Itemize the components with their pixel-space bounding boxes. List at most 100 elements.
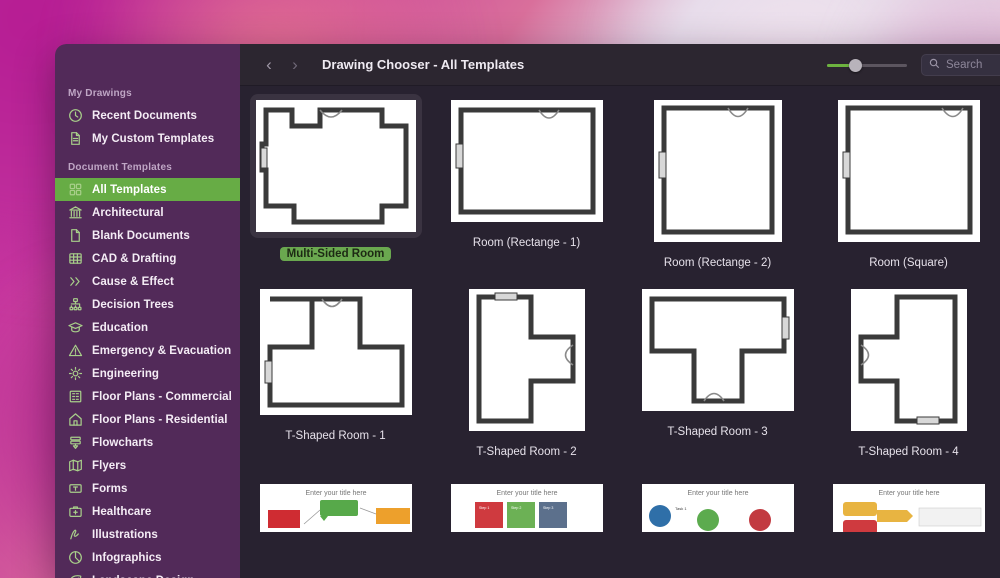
house-icon xyxy=(68,412,83,427)
zoom-slider-knob[interactable] xyxy=(849,58,862,72)
sidebar-item-label: Decision Trees xyxy=(92,298,174,311)
template-label: T-Shaped Room - 2 xyxy=(476,446,577,458)
svg-text:Step 1: Step 1 xyxy=(479,506,489,510)
template-card[interactable]: Room (Rectange - 1) xyxy=(431,94,622,269)
template-card[interactable]: T-Shaped Room - 2 xyxy=(431,283,622,458)
template-card[interactable]: Enter your title here Step 1 Step 2 Step 3 xyxy=(431,478,622,538)
search-placeholder-text: Search xyxy=(946,58,983,71)
svg-text:Step 2: Step 2 xyxy=(511,506,521,510)
sidebar-item-emergency-evacuation[interactable]: Emergency & Evacuation xyxy=(55,339,240,362)
template-thumbnail[interactable] xyxy=(249,94,422,238)
template-card[interactable]: Enter your title here Task 1 xyxy=(622,478,813,538)
sidebar-group-header: Document Templates xyxy=(68,162,172,173)
sidebar-item-label: Flowcharts xyxy=(92,436,154,449)
sidebar: My Drawings Recent Documents My Custom Tem… xyxy=(55,44,240,578)
template-row: T-Shaped Room - 1 T-Shaped Room - 2 T-Shap… xyxy=(240,283,1000,458)
sidebar-item-recent-documents[interactable]: Recent Documents xyxy=(55,104,240,127)
medical-bag-icon xyxy=(68,504,83,519)
template-card[interactable]: T-Shaped Room - 1 xyxy=(240,283,431,458)
template-label: Room (Rectange - 2) xyxy=(663,257,772,269)
template-card[interactable]: Room (Rectange - 2) xyxy=(622,94,813,269)
sidebar-item-engineering[interactable]: Engineering xyxy=(55,362,240,385)
template-card[interactable]: Enter your title here xyxy=(813,478,1000,538)
zoom-slider[interactable] xyxy=(827,57,907,73)
template-thumbnail[interactable]: Enter your title here xyxy=(254,478,418,538)
form-icon xyxy=(68,481,83,496)
svg-text:Step 3: Step 3 xyxy=(543,506,553,510)
sidebar-item-label: My Custom Templates xyxy=(92,132,215,145)
sidebar-item-floor-plans-commercial[interactable]: Floor Plans - Commercial xyxy=(55,385,240,408)
page-title: Drawing Chooser - All Templates xyxy=(322,57,525,72)
template-label: T-Shaped Room - 3 xyxy=(667,426,768,438)
sidebar-item-label: Floor Plans - Residential xyxy=(92,413,228,426)
sidebar-item-cause-effect[interactable]: Cause & Effect xyxy=(55,270,240,293)
back-button[interactable]: ‹ xyxy=(256,52,282,78)
chevrons-icon xyxy=(68,274,83,289)
svg-text:Enter your title here: Enter your title here xyxy=(687,490,748,497)
svg-text:Enter your title here: Enter your title here xyxy=(878,490,939,497)
template-card[interactable]: T-Shaped Room - 3 xyxy=(622,283,813,458)
sidebar-item-label: CAD & Drafting xyxy=(92,252,177,265)
bank-icon xyxy=(68,205,83,220)
sidebar-item-label: Forms xyxy=(92,482,128,495)
graduation-cap-icon xyxy=(68,320,83,335)
template-thumbnail[interactable] xyxy=(254,283,418,421)
app-window: My Drawings Recent Documents My Custom Tem… xyxy=(55,44,1000,578)
template-thumbnail[interactable]: Enter your title here Task 1 xyxy=(636,478,800,538)
sidebar-item-architectural[interactable]: Architectural xyxy=(55,201,240,224)
template-label: Room (Square) xyxy=(869,257,948,269)
template-thumbnail[interactable] xyxy=(832,94,986,248)
sidebar-item-infographics[interactable]: Infographics xyxy=(55,546,240,569)
sidebar-item-label: Cause & Effect xyxy=(92,275,174,288)
gear-icon xyxy=(68,366,83,381)
sidebar-item-flowcharts[interactable]: Flowcharts xyxy=(55,431,240,454)
sidebar-group-header: My Drawings xyxy=(68,88,132,99)
sidebar-item-cad-drafting[interactable]: CAD & Drafting xyxy=(55,247,240,270)
template-thumbnail[interactable] xyxy=(845,283,973,437)
template-label: T-Shaped Room - 1 xyxy=(285,430,386,442)
template-label: T-Shaped Room - 4 xyxy=(858,446,959,458)
sidebar-item-healthcare[interactable]: Healthcare xyxy=(55,500,240,523)
sidebar-item-label: Floor Plans - Commercial xyxy=(92,390,232,403)
template-card[interactable]: T-Shaped Room - 4 xyxy=(813,283,1000,458)
sidebar-item-education[interactable]: Education xyxy=(55,316,240,339)
template-thumbnail[interactable] xyxy=(445,94,609,228)
sidebar-item-label: Healthcare xyxy=(92,505,152,518)
content-area: ‹ › Drawing Chooser - All Templates Sear… xyxy=(240,44,1000,578)
sidebar-item-landscape-design[interactable]: Landscape Design xyxy=(55,569,240,578)
sidebar-item-floor-plans-residential[interactable]: Floor Plans - Residential xyxy=(55,408,240,431)
template-thumbnail[interactable] xyxy=(463,283,591,437)
sidebar-item-decision-trees[interactable]: Decision Trees xyxy=(55,293,240,316)
svg-text:Enter your title here: Enter your title here xyxy=(496,490,557,497)
sidebar-item-illustrations[interactable]: Illustrations xyxy=(55,523,240,546)
toolbar: ‹ › Drawing Chooser - All Templates Sear… xyxy=(240,44,1000,86)
svg-text:Enter your title here: Enter your title here xyxy=(305,490,366,497)
map-fold-icon xyxy=(68,458,83,473)
table-icon xyxy=(68,251,83,266)
warning-triangle-icon xyxy=(68,343,83,358)
template-card[interactable]: Room (Square) xyxy=(813,94,1000,269)
template-card[interactable]: Enter your title here xyxy=(240,478,431,538)
template-thumbnail[interactable] xyxy=(636,283,800,417)
template-label: Room (Rectange - 1) xyxy=(472,237,581,249)
template-thumbnail[interactable] xyxy=(648,94,788,248)
template-row: Multi-Sided Room Room (Rectange - 1) Room … xyxy=(240,94,1000,269)
sidebar-item-blank-documents[interactable]: Blank Documents xyxy=(55,224,240,247)
sidebar-item-my-custom-templates[interactable]: My Custom Templates xyxy=(55,127,240,150)
pie-chart-icon xyxy=(68,550,83,565)
sidebar-item-label: Landscape Design xyxy=(92,575,194,578)
sidebar-item-label: Education xyxy=(92,321,149,334)
sidebar-item-label: Illustrations xyxy=(92,528,158,541)
template-thumbnail[interactable]: Enter your title here Step 1 Step 2 Step 3 xyxy=(445,478,609,538)
page-icon xyxy=(68,228,83,243)
sidebar-item-all-templates[interactable]: All Templates xyxy=(55,178,240,201)
tree-icon xyxy=(68,297,83,312)
forward-button[interactable]: › xyxy=(282,52,308,78)
sidebar-item-flyers[interactable]: Flyers xyxy=(55,454,240,477)
sidebar-item-forms[interactable]: Forms xyxy=(55,477,240,500)
search-input[interactable]: Search xyxy=(921,53,1000,76)
template-thumbnail[interactable]: Enter your title here xyxy=(827,478,991,538)
template-card[interactable]: Multi-Sided Room xyxy=(240,94,431,269)
grid-icon xyxy=(68,182,83,197)
sidebar-item-label: Recent Documents xyxy=(92,109,197,122)
